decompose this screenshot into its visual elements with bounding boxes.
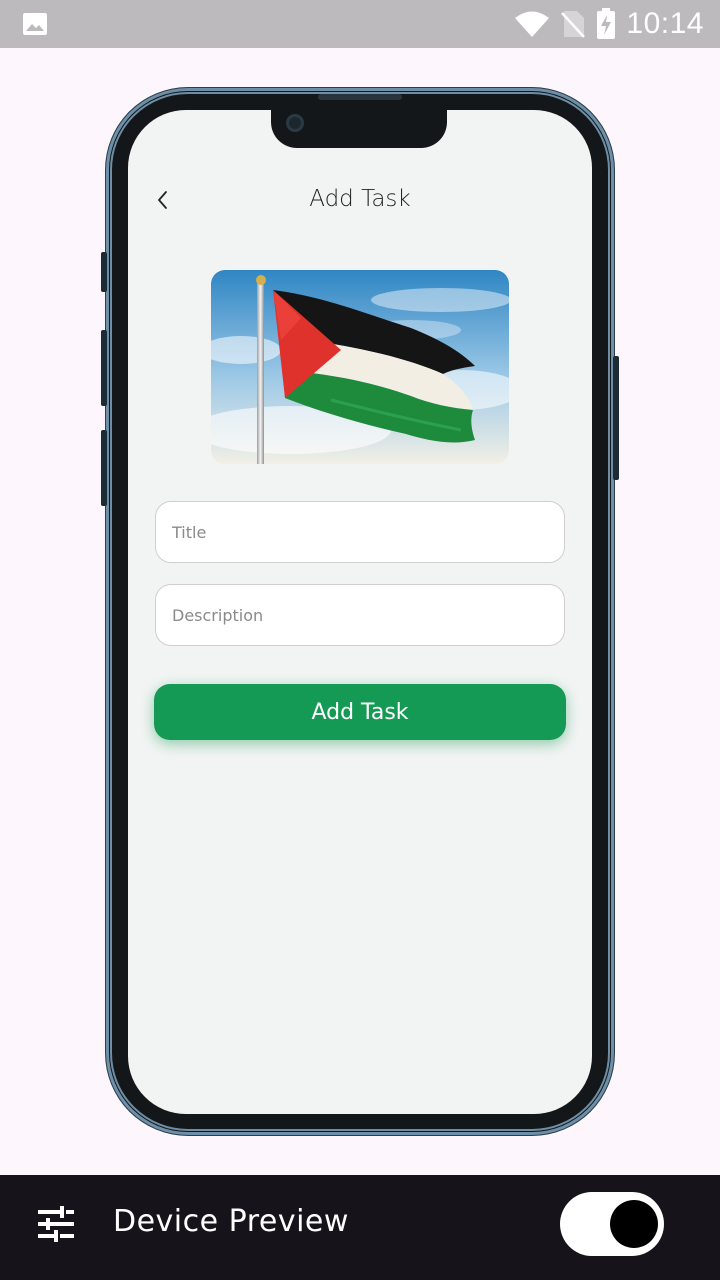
page-title: Add Task — [309, 186, 411, 212]
power-button — [613, 356, 619, 480]
mute-switch — [101, 252, 107, 292]
title-input[interactable] — [170, 521, 564, 543]
device-preview-label: Device Preview — [113, 1204, 349, 1239]
wifi-icon — [515, 11, 550, 37]
description-field[interactable] — [155, 584, 565, 646]
title-field[interactable] — [155, 501, 565, 563]
add-task-button[interactable]: Add Task — [154, 684, 566, 740]
back-button[interactable] — [148, 184, 176, 216]
speaker-grille — [318, 94, 402, 100]
palestine-flag-image — [211, 270, 509, 464]
description-input[interactable] — [170, 604, 564, 626]
no-sim-icon — [561, 11, 586, 38]
volume-up-button — [101, 330, 107, 406]
status-time: 10:14 — [626, 7, 704, 40]
battery-charging-icon — [597, 8, 616, 39]
volume-down-button — [101, 430, 107, 506]
tune-icon[interactable] — [36, 1205, 76, 1243]
front-camera — [286, 114, 304, 132]
chevron-left-icon — [158, 191, 167, 209]
toggle-knob — [610, 1200, 658, 1248]
status-bar: 10:14 — [0, 0, 720, 48]
gallery-icon — [23, 13, 47, 35]
